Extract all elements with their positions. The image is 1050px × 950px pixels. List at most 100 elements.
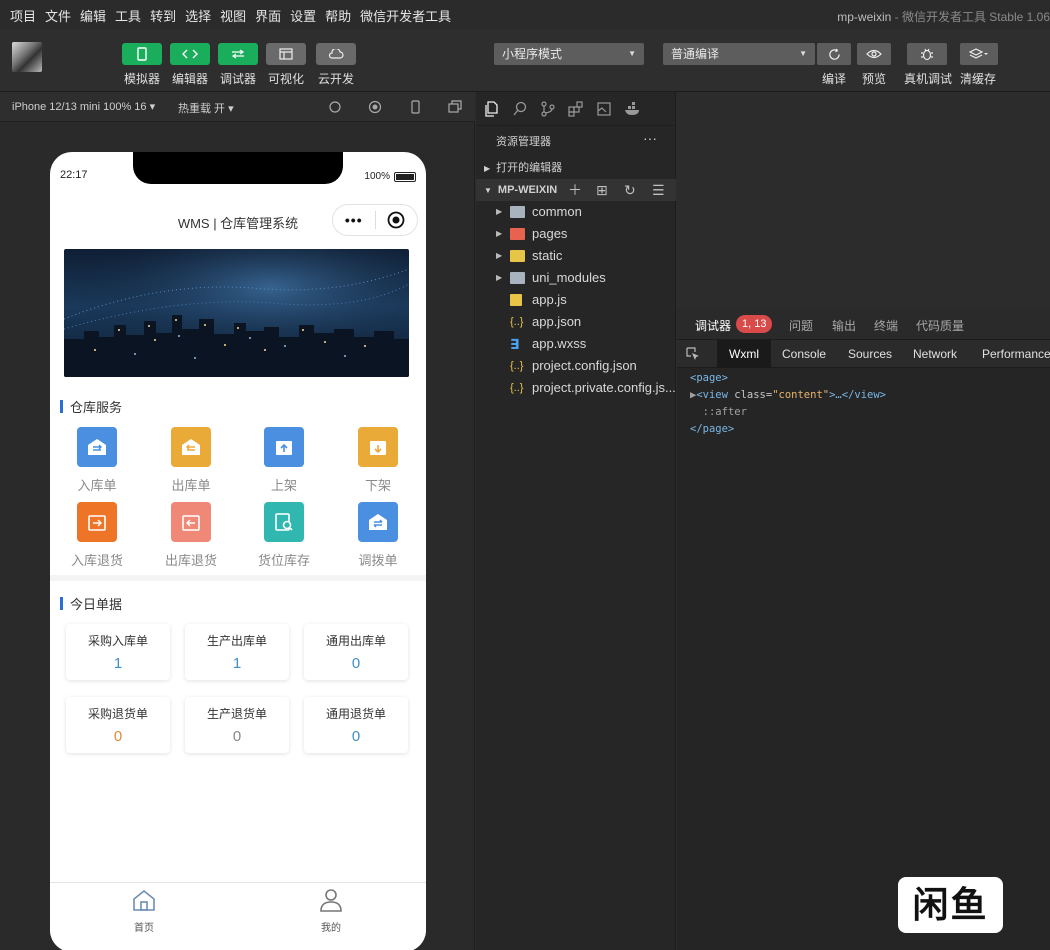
refresh-icon[interactable]: ↻ [624,179,636,201]
service-inbound-return[interactable]: 入库退货 [52,502,142,569]
menu-item-ui[interactable]: 界面 [255,6,281,25]
close-mini-program-button[interactable] [375,211,417,229]
tab-terminal[interactable]: 终端 [874,317,898,334]
menu-item-view[interactable]: 视图 [220,6,246,25]
tree-item-project-config[interactable]: {..} project.config.json [476,355,676,377]
cloud-dev-button[interactable] [316,43,356,65]
battery-percent: 100% [364,171,390,182]
json-file-icon: {..} [510,360,524,372]
tab-network[interactable]: Network [913,347,957,361]
service-outbound-return[interactable]: 出库退货 [146,502,236,569]
menu-item-project[interactable]: 项目 [10,6,36,25]
eye-icon [866,49,882,59]
tab-console[interactable]: Console [782,347,826,361]
card-purchase-inbound[interactable]: 采购入库单 1 [66,624,170,680]
files-icon[interactable] [484,100,500,117]
user-avatar[interactable] [12,42,42,72]
tree-item-static[interactable]: ▶ static [476,245,676,267]
clear-cache-button[interactable] [960,43,998,65]
extensions-icon[interactable] [568,100,584,117]
service-label: 下架 [364,478,391,493]
tab-code-quality[interactable]: 代码质量 [916,317,964,334]
tab-output[interactable]: 输出 [832,317,856,334]
tree-item-app-wxss[interactable]: ∃ app.wxss [476,333,676,355]
mini-program-capsule: ••• [332,204,418,236]
tree-item-app-json[interactable]: {..} app.json [476,311,676,333]
tab-performance[interactable]: Performance [982,347,1050,361]
editor-toggle-button[interactable] [170,43,210,65]
debugger-toggle-button[interactable] [218,43,258,65]
tab-home[interactable]: 首页 [114,888,174,934]
phone-icon[interactable] [408,100,422,114]
mode-select-value: 小程序模式 [502,47,563,61]
chevron-right-icon: ▶ [496,251,503,260]
menu-item-file[interactable]: 文件 [45,6,71,25]
project-section[interactable]: ▼ MP-WEIXIN ＋ ⊞ ↻ ☰ [476,179,676,201]
tab-wxml[interactable]: Wxml [717,340,771,368]
tree-item-project-private-config[interactable]: {..} project.private.config.js... [476,377,676,399]
service-location-stock[interactable]: 货位库存 [239,502,329,569]
card-title: 生产退货单 [206,707,267,721]
card-production-return[interactable]: 生产退货单 0 [185,697,289,753]
chevron-right-icon: ▶ [484,164,491,173]
service-outbound-order[interactable]: 出库单 [146,427,236,494]
warehouse-transfer-icon [358,502,398,542]
tab-sources[interactable]: Sources [848,347,892,361]
new-file-icon[interactable]: ＋ [568,179,582,201]
city-night-banner[interactable] [64,249,409,377]
card-general-return[interactable]: 通用退货单 0 [304,697,408,753]
service-transfer-order[interactable]: 调拨单 [333,502,423,569]
menu-item-wechat-devtools[interactable]: 微信开发者工具 [360,6,451,25]
service-inbound-order[interactable]: 入库单 [52,427,142,494]
menu-item-goto[interactable]: 转到 [150,6,176,25]
card-purchase-return[interactable]: 采购退货单 0 [66,697,170,753]
tree-item-common[interactable]: ▶ common [476,201,676,223]
wxml-pseudo-after[interactable]: ::after [703,406,747,418]
layout-icon [279,48,293,60]
debugger-panel: 调试器 1, 13 问题 输出 终端 代码质量 Wxml Console Sou… [677,308,1050,950]
chevron-down-icon: ▼ [484,186,492,195]
tree-item-pages[interactable]: ▶ pages [476,223,676,245]
visual-toggle-button[interactable] [266,43,306,65]
chevron-down-icon: ▼ [628,49,636,58]
tree-item-app-js[interactable]: app.js [476,289,676,311]
tab-debugger[interactable]: 调试器 [695,317,731,334]
menu-item-tools[interactable]: 工具 [115,6,141,25]
tab-mine[interactable]: 我的 [301,888,361,934]
card-title: 通用出库单 [325,634,386,648]
menu-item-help[interactable]: 帮助 [325,6,351,25]
open-editors-section[interactable]: ▶ 打开的编辑器 [476,157,676,179]
record-icon[interactable] [368,100,382,114]
hot-reload-select[interactable]: 热重载 开 ▾ [178,100,234,116]
preview-button[interactable] [857,43,891,65]
explorer-more-button[interactable]: ··· [643,130,657,146]
source-control-icon[interactable] [540,100,556,117]
collapse-all-icon[interactable]: ☰ [652,179,665,201]
service-shelve[interactable]: 上架 [239,427,329,494]
menu-item-settings[interactable]: 设置 [290,6,316,25]
new-folder-icon[interactable]: ⊞ [596,179,608,201]
menu-item-select[interactable]: 选择 [185,6,211,25]
menu-item-edit[interactable]: 编辑 [80,6,106,25]
mode-select[interactable]: 小程序模式 ▼ [494,43,644,65]
wxml-node-page[interactable]: <page> [690,372,728,384]
tab-problems[interactable]: 问题 [789,317,813,334]
rotate-icon[interactable] [328,100,342,114]
service-unshelve[interactable]: 下架 [333,427,423,494]
device-select[interactable]: iPhone 12/13 mini 100% 16 ▾ [12,100,155,113]
popout-icon[interactable] [448,100,462,114]
search-icon[interactable] [512,101,528,117]
card-general-outbound[interactable]: 通用出库单 0 [304,624,408,680]
folder-icon [510,272,525,284]
wxml-node-view[interactable]: <view [696,389,728,401]
more-menu-button[interactable]: ••• [333,212,375,228]
tree-item-uni-modules[interactable]: ▶ uni_modules [476,267,676,289]
card-production-outbound[interactable]: 生产出库单 1 [185,624,289,680]
real-device-debug-button[interactable] [907,43,947,65]
compile-button[interactable] [817,43,851,65]
simulator-toggle-button[interactable] [122,43,162,65]
image-icon[interactable] [596,101,612,117]
compile-mode-select[interactable]: 普通编译 ▼ [663,43,815,65]
inspect-element-icon[interactable] [686,347,700,361]
docker-icon[interactable] [624,101,642,117]
